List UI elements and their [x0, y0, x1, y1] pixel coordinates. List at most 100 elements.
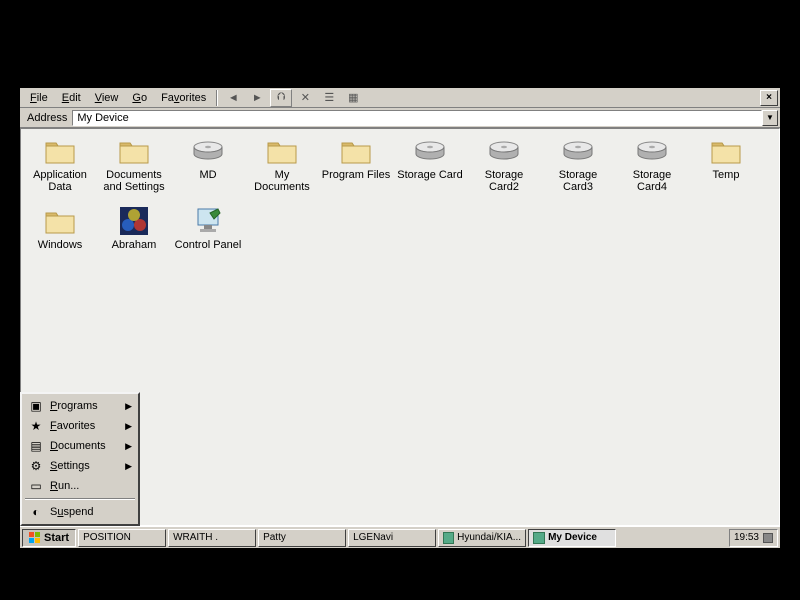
cpl-icon — [192, 205, 224, 237]
item-storage-card3[interactable]: Storage Card3 — [542, 135, 614, 205]
start-menu-item-label: Settings — [50, 460, 90, 472]
documents-icon: ▤ — [28, 438, 44, 454]
item-windows[interactable]: Windows — [24, 205, 96, 275]
taskbar-button-label: Hyundai/KIA... — [457, 532, 521, 543]
start-button[interactable]: Start — [22, 529, 76, 547]
toolbar-views-button[interactable]: ▦ — [342, 89, 364, 107]
item-storage-card2[interactable]: Storage Card2 — [468, 135, 540, 205]
address-label: Address — [22, 111, 72, 125]
taskbar-button-position[interactable]: POSITION — [78, 529, 166, 547]
app-icon — [118, 205, 150, 237]
address-value: My Device — [77, 111, 128, 125]
start-menu-item-label: Suspend — [50, 506, 93, 518]
programs-icon: ▣ — [28, 398, 44, 414]
views-icon: ▦ — [348, 91, 358, 104]
start-menu-suspend[interactable]: ◐ Suspend — [24, 502, 136, 522]
item-label: Storage Card3 — [543, 169, 613, 193]
address-field[interactable]: My Device — [72, 110, 762, 126]
drive-icon — [488, 135, 520, 167]
item-documents-and-settings[interactable]: Documents and Settings — [98, 135, 170, 205]
toolbar-delete-button[interactable]: ✕ — [294, 89, 316, 107]
item-label: Storage Card2 — [469, 169, 539, 193]
menu-view[interactable]: View — [89, 90, 125, 106]
taskbar-button-hyundai-kia-[interactable]: Hyundai/KIA... — [438, 529, 526, 547]
start-menu-run-[interactable]: ▭ Run... — [24, 476, 136, 496]
system-tray[interactable]: 19:53 — [729, 529, 778, 547]
folder-icon — [266, 135, 298, 167]
submenu-arrow-icon: ▶ — [125, 401, 132, 412]
item-label: Abraham — [112, 239, 157, 251]
item-abraham[interactable]: Abraham — [98, 205, 170, 275]
taskbar-button-patty[interactable]: Patty — [258, 529, 346, 547]
drive-icon — [636, 135, 668, 167]
item-storage-card[interactable]: Storage Card — [394, 135, 466, 205]
start-menu-separator — [25, 498, 135, 500]
item-label: Application Data — [25, 169, 95, 193]
item-label: My Documents — [247, 169, 317, 193]
start-menu-item-label: Run... — [50, 480, 79, 492]
menu-edit[interactable]: Edit — [56, 90, 87, 106]
item-label: MD — [199, 169, 216, 181]
start-label: Start — [44, 532, 69, 544]
drive-icon — [562, 135, 594, 167]
submenu-arrow-icon: ▶ — [125, 421, 132, 432]
submenu-arrow-icon: ▶ — [125, 461, 132, 472]
toolbar-up-button[interactable]: ⮉ — [270, 89, 292, 107]
properties-icon: ☰ — [324, 91, 334, 104]
start-menu-item-label: Programs — [50, 400, 98, 412]
clock: 19:53 — [734, 532, 759, 543]
taskbar-app-icon — [533, 532, 545, 544]
item-temp[interactable]: Temp — [690, 135, 762, 205]
taskbar-button-label: WRAITH . — [173, 532, 218, 543]
item-md[interactable]: MD — [172, 135, 244, 205]
item-my-documents[interactable]: My Documents — [246, 135, 318, 205]
item-label: Documents and Settings — [99, 169, 169, 193]
item-label: Windows — [38, 239, 83, 251]
close-button[interactable]: × — [760, 90, 778, 106]
start-menu-favorites[interactable]: ★ Favorites ▶ — [24, 416, 136, 436]
taskbar: Start POSITION WRAITH . Patty LGENavi Hyunda… — [20, 526, 780, 548]
address-bar: Address My Device ▼ — [20, 108, 780, 128]
taskbar-app-icon — [443, 532, 454, 544]
settings-icon: ⚙ — [28, 458, 44, 474]
start-menu-item-label: Favorites — [50, 420, 95, 432]
address-dropdown[interactable]: ▼ — [762, 110, 778, 126]
menu-file[interactable]: File — [24, 90, 54, 106]
taskbar-button-wraith-[interactable]: WRAITH . — [168, 529, 256, 547]
toolbar-properties-button[interactable]: ☰ — [318, 89, 340, 107]
forward-icon: ► — [252, 92, 263, 104]
favorites-icon: ★ — [28, 418, 44, 434]
taskbar-button-lgenavi[interactable]: LGENavi — [348, 529, 436, 547]
toolbar-forward-button[interactable]: ► — [246, 89, 268, 107]
menubar: FileEditViewGoFavorites ◄ ► ⮉ ✕ ☰ ▦ × — [20, 88, 780, 108]
toolbar: ◄ ► ⮉ ✕ ☰ ▦ — [222, 89, 364, 107]
folder-icon — [710, 135, 742, 167]
taskbar-button-label: LGENavi — [353, 532, 393, 543]
suspend-icon: ◐ — [28, 504, 44, 520]
taskbar-button-my-device[interactable]: My Device — [528, 529, 616, 547]
start-menu: ▣ Programs ▶ ★ Favorites ▶ ▤ Documents ▶ ⚙ Setting… — [20, 392, 140, 526]
item-label: Temp — [713, 169, 740, 181]
item-program-files[interactable]: Program Files — [320, 135, 392, 205]
drive-icon — [414, 135, 446, 167]
start-menu-item-label: Documents — [50, 440, 106, 452]
up-icon: ⮉ — [277, 91, 285, 104]
start-menu-programs[interactable]: ▣ Programs ▶ — [24, 396, 136, 416]
menu-go[interactable]: Go — [126, 90, 153, 106]
folder-icon — [340, 135, 372, 167]
item-storage-card4[interactable]: Storage Card4 — [616, 135, 688, 205]
toolbar-back-button[interactable]: ◄ — [222, 89, 244, 107]
run-icon: ▭ — [28, 478, 44, 494]
toolbar-separator — [216, 90, 218, 106]
submenu-arrow-icon: ▶ — [125, 441, 132, 452]
item-application-data[interactable]: Application Data — [24, 135, 96, 205]
explorer-window: FileEditViewGoFavorites ◄►⮉✕☰▦ × Address… — [20, 88, 780, 548]
start-menu-settings[interactable]: ⚙ Settings ▶ — [24, 456, 136, 476]
start-menu-documents[interactable]: ▤ Documents ▶ — [24, 436, 136, 456]
back-icon: ◄ — [228, 92, 239, 104]
folder-icon — [44, 135, 76, 167]
windows-flag-icon — [29, 532, 41, 544]
menu-favorites[interactable]: Favorites — [155, 90, 212, 106]
item-label: Program Files — [322, 169, 390, 181]
item-control-panel[interactable]: Control Panel — [172, 205, 244, 275]
